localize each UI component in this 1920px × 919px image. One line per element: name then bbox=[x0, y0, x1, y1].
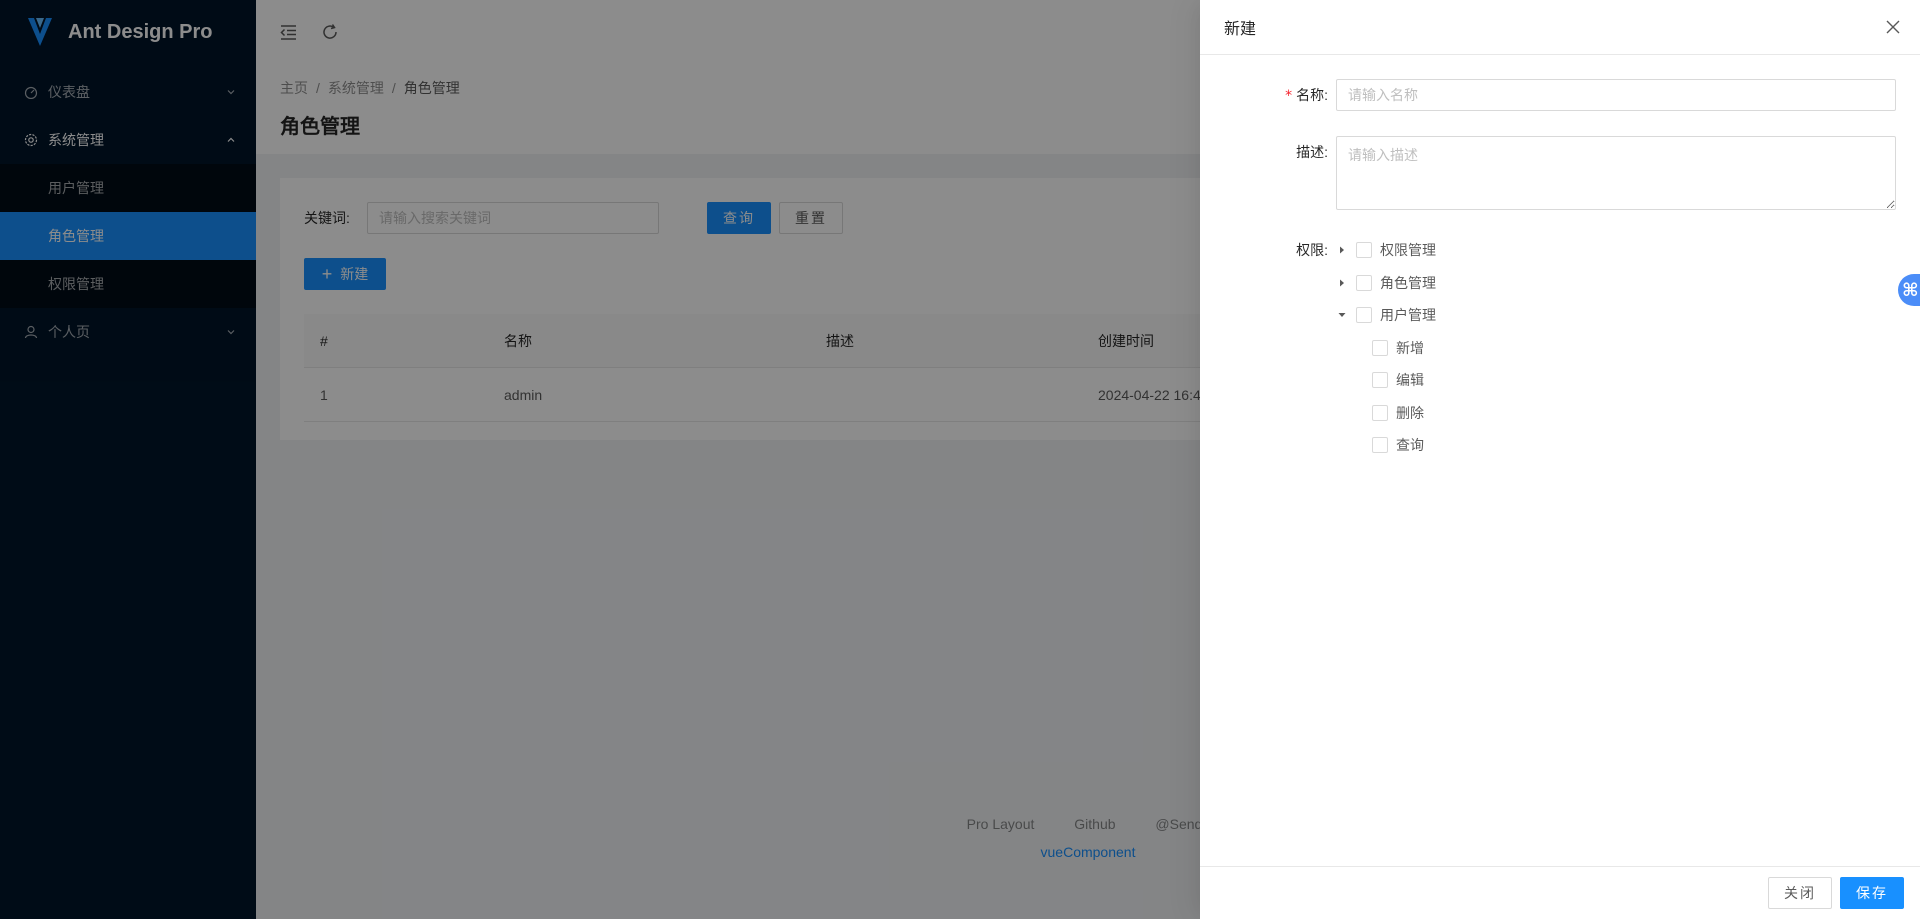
drawer-footer: 关闭 保存 bbox=[1200, 866, 1920, 919]
description-textarea[interactable] bbox=[1336, 136, 1896, 210]
tree-node-user-add[interactable]: 新增 bbox=[1336, 332, 1436, 365]
tree-node-permission[interactable]: 权限管理 bbox=[1336, 234, 1436, 267]
tree-node-label[interactable]: 删除 bbox=[1396, 403, 1424, 423]
name-form-item: * 名称: bbox=[1224, 79, 1896, 112]
close-button[interactable]: 关闭 bbox=[1768, 877, 1832, 909]
tree-checkbox[interactable] bbox=[1356, 307, 1372, 324]
tree-checkbox[interactable] bbox=[1372, 339, 1388, 356]
tree-node-user-delete[interactable]: 删除 bbox=[1336, 397, 1436, 430]
tree-checkbox[interactable] bbox=[1356, 242, 1372, 259]
drawer-body: *名称: 描述: 权限: 权限管理 角色管理 bbox=[1200, 55, 1920, 486]
name-label: * 名称: bbox=[1224, 79, 1336, 112]
drawer-header: 新建 bbox=[1200, 0, 1920, 55]
name-label-text: 名称: bbox=[1296, 87, 1328, 103]
caret-right-icon[interactable] bbox=[1336, 244, 1348, 256]
tree-node-user-query[interactable]: 查询 bbox=[1336, 429, 1436, 462]
create-role-drawer: 新建 *名称: 描述: 权限: 权限管理 角色管理 bbox=[1200, 0, 1920, 919]
tree-node-label[interactable]: 编辑 bbox=[1396, 370, 1424, 390]
tree-checkbox[interactable] bbox=[1372, 404, 1388, 421]
close-icon[interactable] bbox=[1884, 18, 1902, 36]
description-form-item: 描述: bbox=[1224, 136, 1896, 210]
tree-node-label[interactable]: 查询 bbox=[1396, 435, 1424, 455]
permission-tree: 权限管理 角色管理 用户管理 新增 编辑 删除 查询 bbox=[1336, 234, 1436, 462]
tree-node-label[interactable]: 新增 bbox=[1396, 338, 1424, 358]
caret-down-icon[interactable] bbox=[1336, 309, 1348, 321]
tree-node-label[interactable]: 角色管理 bbox=[1380, 273, 1436, 293]
description-label: 描述: bbox=[1296, 144, 1328, 160]
save-button[interactable]: 保存 bbox=[1840, 877, 1904, 909]
name-input[interactable] bbox=[1336, 79, 1896, 111]
tree-node-label[interactable]: 权限管理 bbox=[1380, 240, 1436, 260]
permission-label: 权限: bbox=[1296, 242, 1328, 258]
caret-right-icon[interactable] bbox=[1336, 277, 1348, 289]
drawer-title: 新建 bbox=[1224, 21, 1257, 38]
tree-checkbox[interactable] bbox=[1372, 437, 1388, 454]
tree-checkbox[interactable] bbox=[1372, 372, 1388, 389]
tree-node-user[interactable]: 用户管理 bbox=[1336, 299, 1436, 332]
tree-node-role[interactable]: 角色管理 bbox=[1336, 267, 1436, 300]
tree-node-user-edit[interactable]: 编辑 bbox=[1336, 364, 1436, 397]
tree-node-label[interactable]: 用户管理 bbox=[1380, 305, 1436, 325]
permission-form-item: 权限: 权限管理 角色管理 用户管理 新增 编辑 删除 查询 bbox=[1224, 234, 1896, 462]
tree-checkbox[interactable] bbox=[1356, 274, 1372, 291]
required-mark: * bbox=[1285, 88, 1293, 104]
